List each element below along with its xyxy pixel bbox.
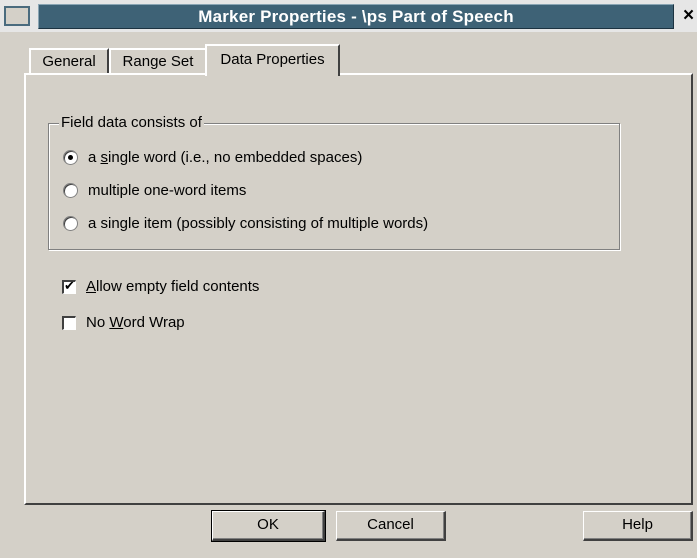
tab-general[interactable]: General bbox=[29, 48, 109, 74]
marker-properties-dialog: Marker Properties - \ps Part of Speech ×… bbox=[0, 0, 697, 558]
radio-button-selected[interactable] bbox=[63, 150, 78, 165]
title-bar: Marker Properties - \ps Part of Speech × bbox=[0, 0, 697, 32]
radio-button[interactable] bbox=[63, 183, 78, 198]
allow-empty-checkbox-row[interactable]: Allow empty field contents bbox=[62, 278, 259, 295]
tab-range-set[interactable]: Range Set bbox=[109, 48, 207, 74]
tab-data-properties[interactable]: Data Properties bbox=[205, 44, 340, 76]
title-bar-fill[interactable]: Marker Properties - \ps Part of Speech bbox=[38, 4, 674, 29]
data-properties-page: Field data consists of a single word (i.… bbox=[24, 73, 693, 505]
radio-multiple-items[interactable]: multiple one-word items bbox=[63, 182, 246, 199]
close-icon[interactable]: × bbox=[683, 5, 697, 27]
allow-empty-checkbox[interactable] bbox=[62, 278, 76, 294]
radio-single-word[interactable]: a single word (i.e., no embedded spaces) bbox=[63, 149, 362, 166]
window-title: Marker Properties - \ps Part of Speech bbox=[198, 6, 514, 27]
no-word-wrap-checkbox[interactable] bbox=[62, 315, 76, 330]
allow-empty-label: Allow empty field contents bbox=[86, 278, 260, 295]
system-menu-icon[interactable] bbox=[4, 6, 30, 26]
radio-single-word-label: a single word (i.e., no embedded spaces) bbox=[88, 149, 363, 166]
radio-multiple-items-label: multiple one-word items bbox=[88, 182, 247, 199]
no-word-wrap-checkbox-row[interactable]: No Word Wrap bbox=[62, 314, 185, 331]
tab-strip: General Range Set Data Properties bbox=[0, 44, 697, 76]
no-word-wrap-label: No Word Wrap bbox=[86, 314, 185, 331]
field-data-group-label: Field data consists of bbox=[59, 114, 204, 131]
cancel-button[interactable]: Cancel bbox=[336, 511, 446, 541]
help-button[interactable]: Help bbox=[583, 511, 693, 541]
field-data-group: Field data consists of a single word (i.… bbox=[48, 114, 620, 250]
radio-button[interactable] bbox=[63, 216, 78, 231]
ok-button[interactable]: OK bbox=[211, 510, 326, 542]
radio-single-item[interactable]: a single item (possibly consisting of mu… bbox=[63, 215, 428, 232]
radio-single-item-label: a single item (possibly consisting of mu… bbox=[88, 215, 429, 232]
